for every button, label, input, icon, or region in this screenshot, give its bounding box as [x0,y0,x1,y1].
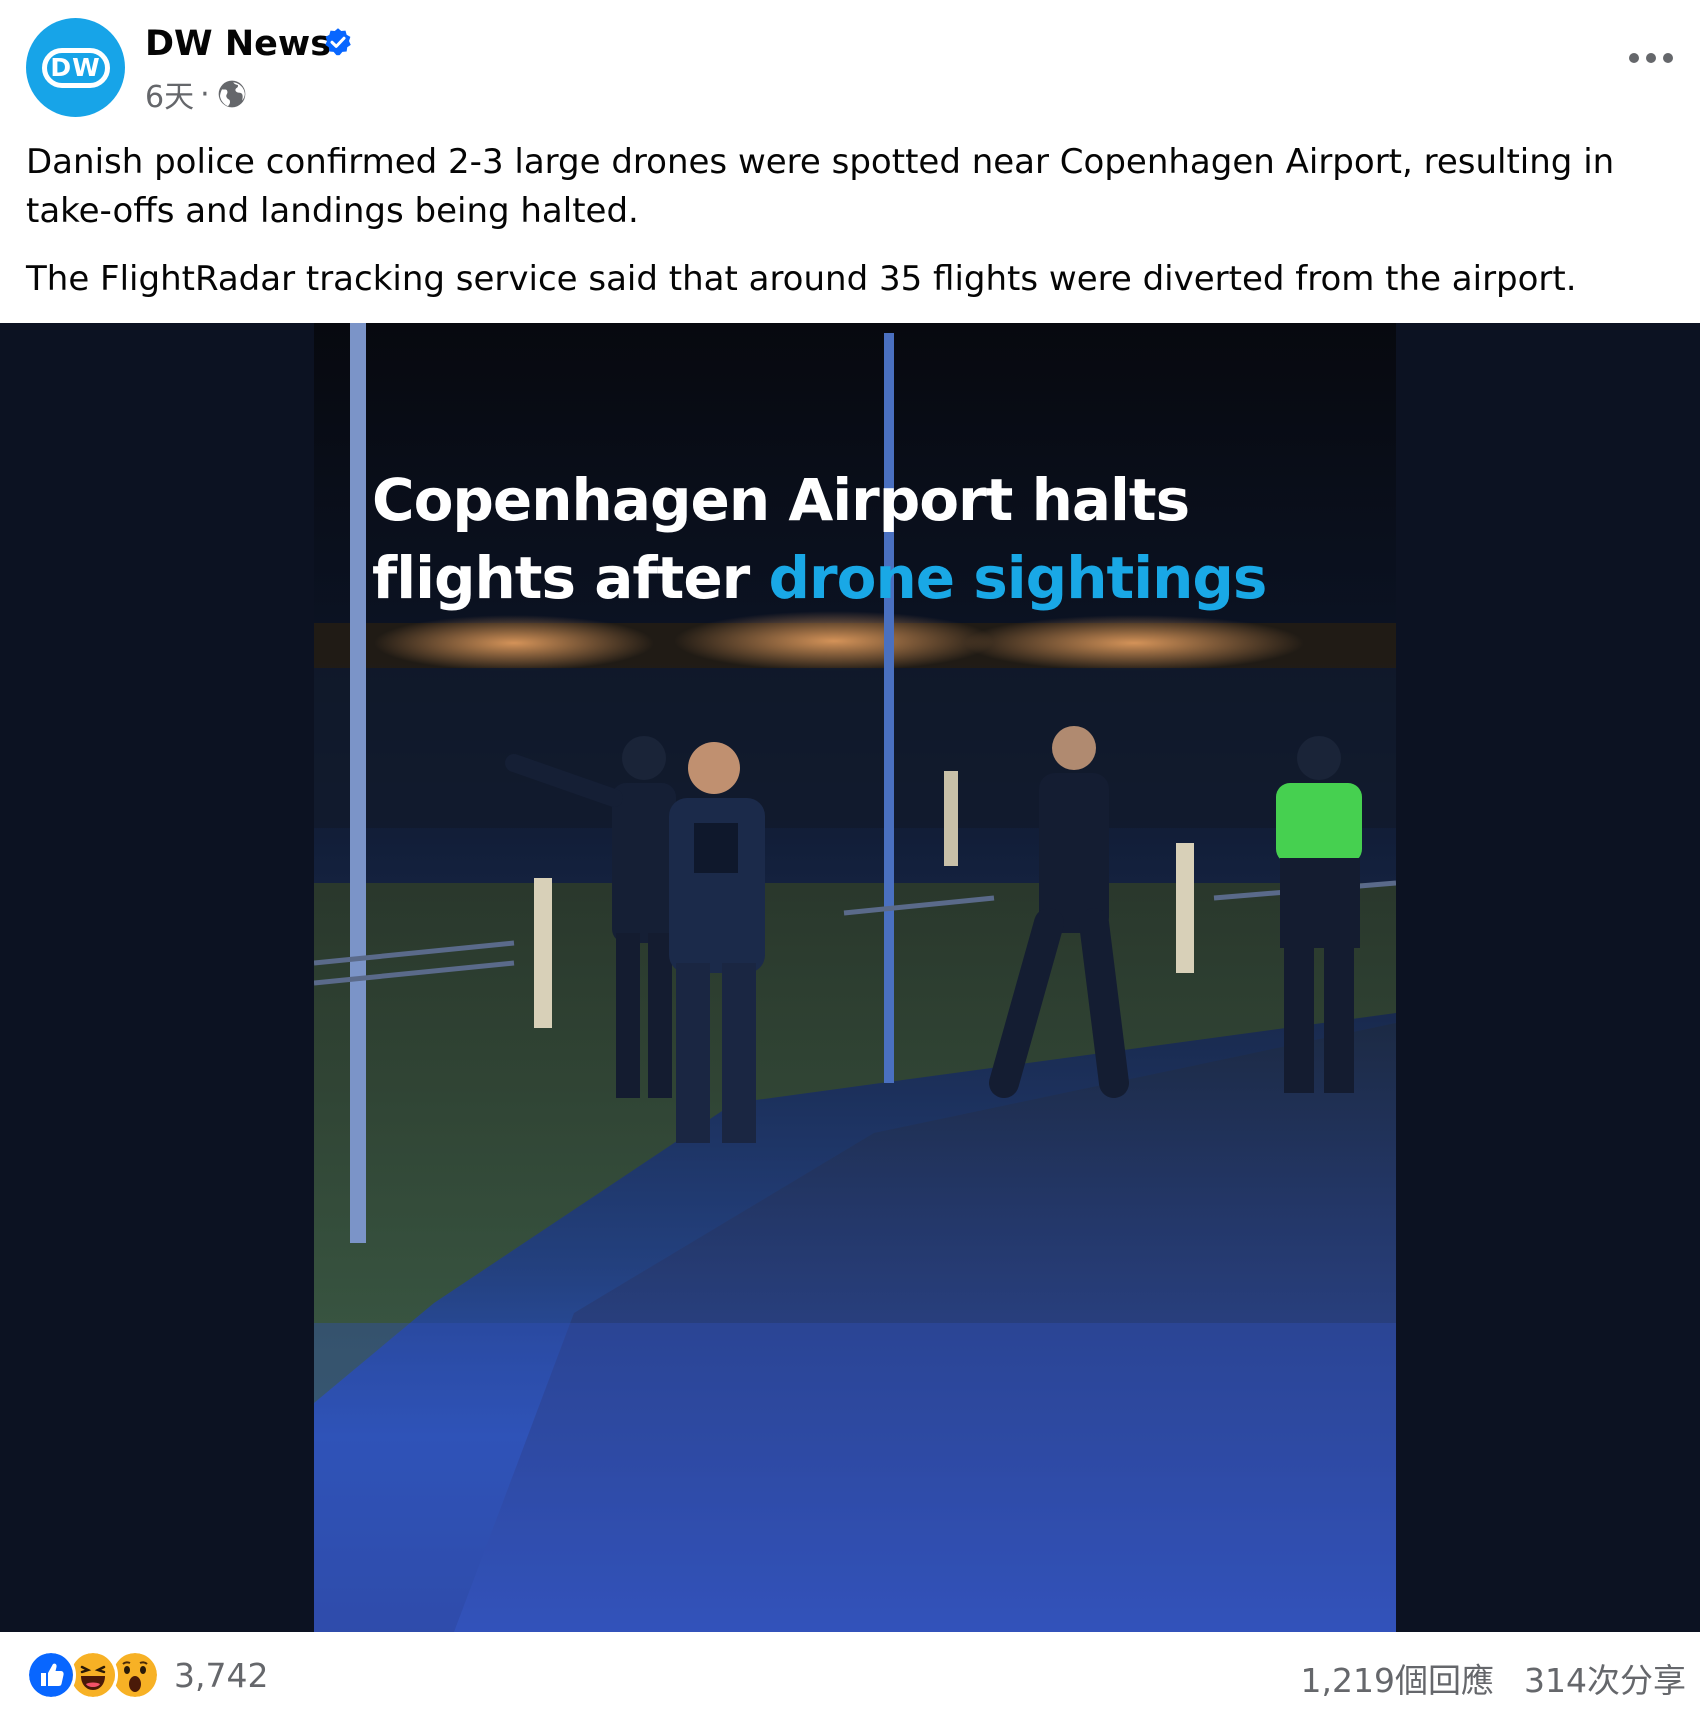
image-headline: Copenhagen Airport halts flights after d… [372,461,1372,617]
page-avatar[interactable]: DW [26,18,125,117]
lamp-pole [884,333,894,1083]
comments-count[interactable]: 1,219個回應 [1301,1654,1494,1702]
dw-logo-text: DW [50,53,101,82]
dw-logo: DW [41,47,110,88]
distant-light [964,615,1304,671]
reactions-summary[interactable]: 3,742 [26,1650,268,1700]
post-paragraph-1: Danish police confirmed 2-3 large drones… [26,142,1615,231]
engagement-stats: 1,219個回應 314次分享 [1301,1654,1686,1702]
post-footer: 3,742 1,219個回應 314次分享 [0,1632,1700,1712]
meta-separator: · [200,76,210,112]
like-icon [26,1650,76,1700]
bollard [944,771,958,866]
shares-count[interactable]: 314次分享 [1524,1654,1686,1702]
bollard [1176,843,1194,973]
bollard [534,878,552,1028]
post-text: Danish police confirmed 2-3 large drones… [26,138,1666,323]
distant-light [374,615,654,671]
lamp-pole [350,323,366,1243]
globe-icon[interactable] [216,78,248,110]
post-timestamp[interactable]: 6天 [145,72,194,116]
reaction-count: 3,742 [174,1655,269,1695]
more-options-icon[interactable] [1626,46,1676,70]
news-photo: Copenhagen Airport halts flights after d… [314,323,1396,1632]
author-name[interactable]: DW News [145,24,331,64]
facebook-post: DW DW News 6天 · Danish police confirmed … [0,0,1700,1712]
post-paragraph-2: The FlightRadar tracking service said th… [26,259,1577,299]
post-media[interactable]: Copenhagen Airport halts flights after d… [0,323,1700,1632]
post-meta: 6天 · [145,72,248,116]
distant-light [674,611,994,671]
headline-highlight: drone sightings [768,544,1267,612]
verified-badge-icon [325,28,351,56]
